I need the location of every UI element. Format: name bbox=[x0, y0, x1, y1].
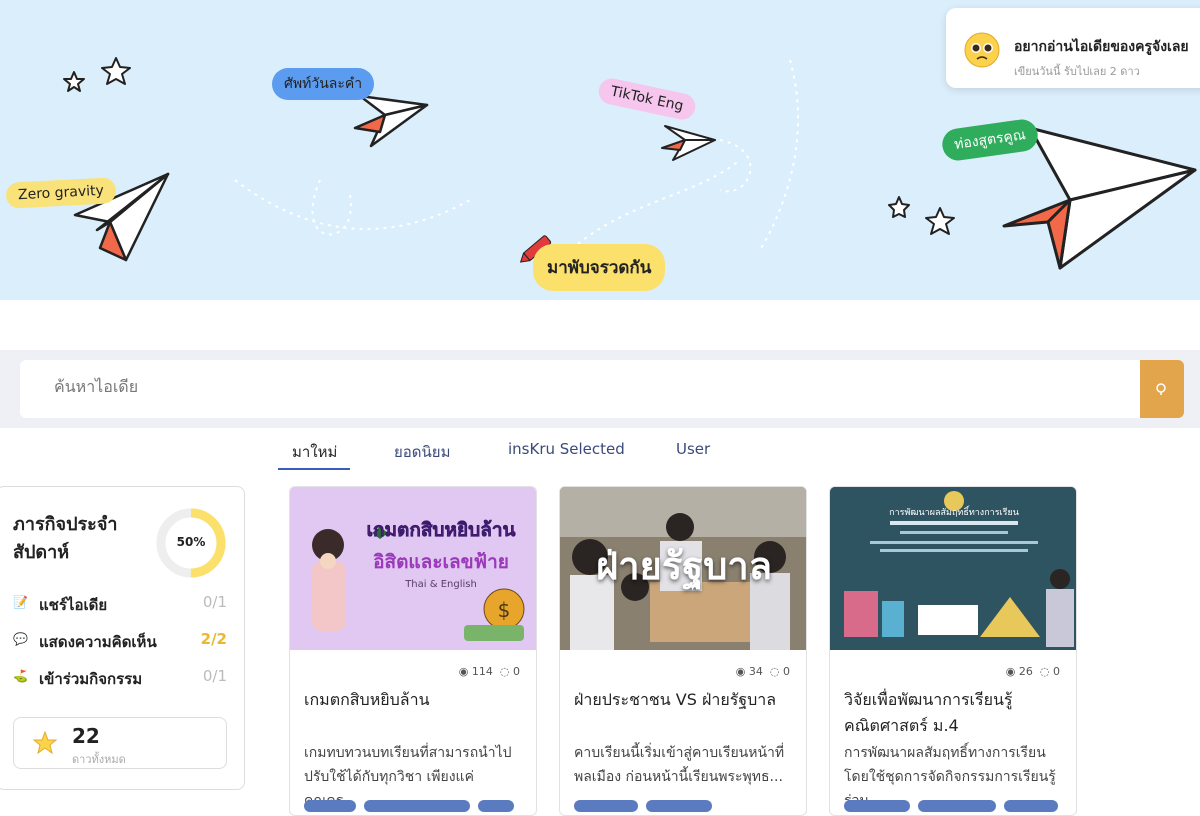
tag-pill[interactable] bbox=[646, 800, 712, 812]
mission-title: ภารกิจประจำสัปดาห์ bbox=[13, 514, 118, 563]
tag-pill[interactable] bbox=[304, 800, 356, 812]
notice-title: อยากอ่านไอเดียของครูจังเลย bbox=[1014, 39, 1189, 55]
tag-pill[interactable] bbox=[1004, 800, 1058, 812]
search-bar bbox=[0, 350, 1200, 428]
tab-new[interactable]: มาใหม่ bbox=[292, 440, 337, 464]
tag-pill[interactable] bbox=[918, 800, 996, 812]
weekly-mission-panel: ภารกิจประจำสัปดาห์ 50% 📝 แชร์ไอเดีย 0/1 … bbox=[0, 486, 245, 790]
comment-count: 0 bbox=[783, 665, 790, 678]
task-label: เข้าร่วมกิจกรรม bbox=[39, 670, 143, 688]
task-comment: 💬 แสดงความคิดเห็น 2/2 bbox=[13, 630, 227, 652]
paper-plane-icon bbox=[661, 125, 716, 161]
idea-card[interactable]: $ เกมตกสิบหยิบล้าน อิสิตและเลขฟ้าย Thai … bbox=[289, 486, 537, 816]
view-count: 26 bbox=[1018, 665, 1033, 678]
card-title[interactable]: ฝ่ายประชาชน VS ฝ่ายรัฐบาล bbox=[574, 687, 796, 713]
tag-pill[interactable] bbox=[478, 800, 514, 812]
tag-word-of-day: ศัพท์วันละคำ bbox=[272, 68, 375, 100]
mission-progress-label: 50% bbox=[176, 535, 206, 549]
card-title[interactable]: วิจัยเพื่อพัฒนาการเรียนรู้คณิตศาสตร์ ม.4 bbox=[844, 687, 1066, 739]
card-1-thumb-title: เกมตกสิบหยิบล้าน bbox=[366, 519, 516, 542]
tab-user[interactable]: User bbox=[676, 440, 710, 458]
card-stats: ◉ 34 ◌ 0 bbox=[736, 665, 790, 678]
svg-text:$: $ bbox=[498, 598, 511, 622]
search-button[interactable] bbox=[1140, 360, 1184, 418]
task-count: 0/1 bbox=[202, 667, 227, 685]
card-1-thumb-subtitle: อิสิตและเลขฟ้าย bbox=[373, 551, 509, 573]
speech-bubble-icon: 💬 bbox=[13, 632, 28, 646]
tab-popular[interactable]: ยอดนิยม bbox=[394, 440, 450, 464]
comment-icon: ◌ bbox=[769, 665, 780, 678]
tag-pill[interactable] bbox=[364, 800, 470, 812]
view-count: 34 bbox=[748, 665, 763, 678]
write-idea-notice[interactable]: อยากอ่านไอเดียของครูจังเลย เขียนวันนี้ ร… bbox=[946, 8, 1200, 88]
task-join-activity: ⛳ เข้าร่วมกิจกรรม 0/1 bbox=[13, 667, 227, 689]
comment-count: 0 bbox=[1053, 665, 1060, 678]
card-thumbnail: $ เกมตกสิบหยิบล้าน อิสิตและเลขฟ้าย Thai … bbox=[290, 487, 536, 650]
hero-banner: Zero gravity ศัพท์วันละคำ TikTok Eng ท่อ… bbox=[0, 0, 1200, 300]
task-count: 2/2 bbox=[200, 630, 227, 648]
golf-flag-icon: ⛳ bbox=[13, 669, 28, 683]
tag-pill[interactable] bbox=[574, 800, 638, 812]
fold-plane-button[interactable]: มาพับจรวดกัน bbox=[533, 244, 666, 291]
tag-pill[interactable] bbox=[844, 800, 910, 812]
star-icon bbox=[32, 730, 58, 755]
card-stats: ◉ 26 ◌ 0 bbox=[1006, 665, 1060, 678]
search-input[interactable] bbox=[54, 377, 954, 396]
task-label: แชร์ไอเดีย bbox=[39, 596, 108, 614]
view-count: 114 bbox=[471, 665, 493, 678]
search-icon bbox=[1156, 383, 1166, 395]
comment-icon: ◌ bbox=[1039, 665, 1050, 678]
total-stars-count: 22 bbox=[72, 724, 100, 748]
total-stars-label: ดาวทั้งหมด bbox=[72, 753, 126, 766]
idea-card[interactable]: ฝ่ายรัฐบาล ◉ 34 ◌ 0 ฝ่ายประชาชน VS ฝ่ายร… bbox=[559, 486, 807, 816]
paper-plane-icon bbox=[353, 94, 429, 148]
memo-icon: 📝 bbox=[13, 595, 28, 609]
card-title[interactable]: เกมตกสิบหยิบล้าน bbox=[304, 687, 526, 713]
task-share-idea: 📝 แชร์ไอเดีย 0/1 bbox=[13, 593, 227, 615]
notice-subtitle: เขียนวันนี้ รับไปเลย 2 ดาว bbox=[1014, 65, 1140, 78]
task-label: แสดงความคิดเห็น bbox=[39, 633, 157, 651]
comment-count: 0 bbox=[513, 665, 520, 678]
tab-inskru-selected[interactable]: insKru Selected bbox=[508, 440, 625, 458]
eye-icon: ◉ bbox=[735, 665, 746, 678]
eye-icon: ◉ bbox=[1005, 665, 1016, 678]
card-2-thumb-title: ฝ่ายรัฐบาล bbox=[596, 544, 772, 588]
star-doodle-icon bbox=[63, 57, 955, 235]
idea-card[interactable]: การพัฒนาผลสัมฤทธิ์ทางการเรียน ◉ 26 ◌ 0 ว… bbox=[829, 486, 1077, 816]
card-3-thumb-title: การพัฒนาผลสัมฤทธิ์ทางการเรียน bbox=[889, 508, 1019, 518]
paper-plane-icon bbox=[1002, 126, 1197, 270]
total-stars-box: 22 ดาวทั้งหมด bbox=[13, 717, 227, 769]
card-thumbnail: การพัฒนาผลสัมฤทธิ์ทางการเรียน bbox=[830, 487, 1076, 650]
search-field-wrapper bbox=[20, 360, 1140, 418]
comment-icon: ◌ bbox=[499, 665, 510, 678]
pleading-face-icon bbox=[964, 32, 1000, 68]
card-thumbnail: ฝ่ายรัฐบาล bbox=[560, 487, 806, 650]
eye-icon: ◉ bbox=[458, 665, 469, 678]
card-1-thumb-note: Thai & English bbox=[405, 579, 477, 590]
active-tab-indicator bbox=[278, 468, 350, 470]
task-count: 0/1 bbox=[202, 593, 227, 611]
card-stats: ◉ 114 ◌ 0 bbox=[459, 665, 520, 678]
card-description: คาบเรียนนี้เริ่มเข้าสู่คาบเรียนหน้าที่พล… bbox=[574, 745, 785, 785]
